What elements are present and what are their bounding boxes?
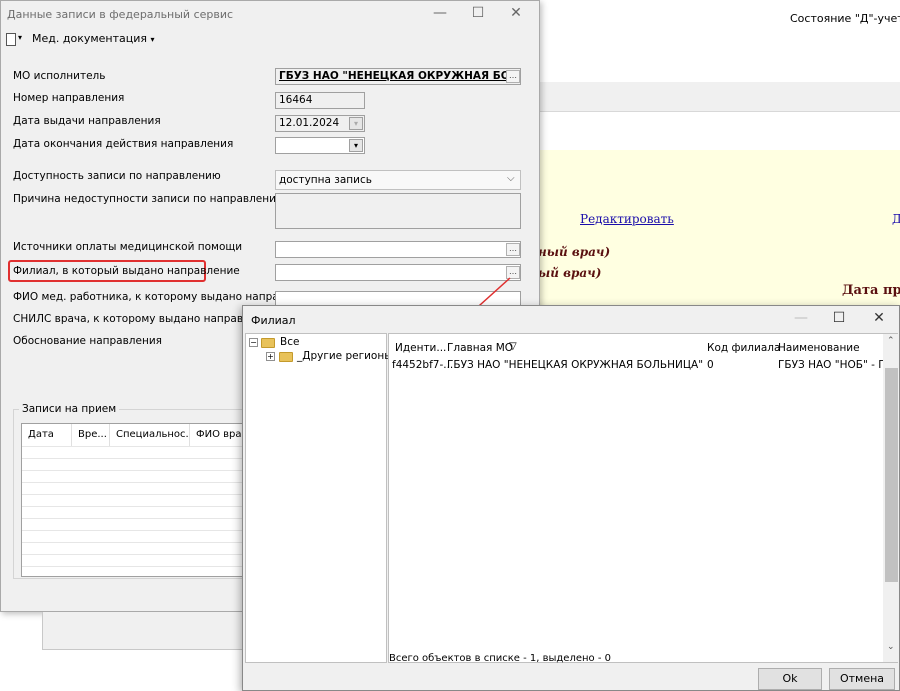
underlying-panel [42, 612, 252, 650]
availability-select[interactable]: доступна запись [275, 170, 521, 190]
column-header-code[interactable]: Код филиала [707, 342, 780, 354]
branch-dialog: Филиал — ☐ ✕ − Все + _Другие регионы Иде… [242, 305, 900, 691]
close-button[interactable]: ✕ [501, 3, 531, 23]
list-status: Всего объектов в списке - 1, выделено - … [389, 653, 611, 664]
edit-link[interactable]: Редактировать [580, 212, 674, 226]
unavailability-reason-field[interactable] [275, 193, 521, 229]
field-label-issue-date: Дата выдачи направления [13, 115, 161, 127]
document-icon[interactable] [6, 33, 16, 46]
table-row [22, 458, 250, 459]
payment-ellipsis-button[interactable]: … [506, 243, 520, 256]
referral-number-value: 16464 [279, 94, 313, 106]
table-row [22, 494, 250, 495]
end-date-dropdown-icon[interactable]: ▾ [349, 139, 363, 152]
column-header-date[interactable]: Дата [22, 424, 72, 446]
availability-value: доступна запись [279, 174, 372, 186]
payment-source-field[interactable] [275, 241, 521, 258]
filter-icon[interactable]: ▽ [509, 341, 517, 352]
field-label-end-date: Дата окончания действия направления [13, 138, 234, 150]
maximize-button[interactable]: ☐ [824, 308, 854, 328]
column-header-name[interactable]: Наименование [778, 342, 860, 354]
field-label-availability: Доступность записи по направлению [13, 170, 221, 182]
row-main-mo: ГБУЗ НАО "НЕНЕЦКАЯ ОКРУЖНАЯ БОЛЬНИЦА" [447, 359, 704, 371]
ok-button-label: Ok [782, 672, 798, 685]
date-label: Дата пр [842, 283, 900, 298]
column-header-id[interactable]: Иденти... [395, 342, 446, 354]
chevron-down-icon[interactable]: ▾ [18, 33, 22, 42]
referral-number-field[interactable]: 16464 [275, 92, 365, 109]
row-name: ГБУЗ НАО "НОБ" - Пол [778, 359, 883, 371]
toolbar-strip [535, 82, 900, 112]
row-code: 0 [707, 359, 714, 371]
menu-bar: ▾ Мед. документация ▾ [2, 31, 539, 51]
med-docs-menu[interactable]: Мед. документация ▾ [32, 32, 155, 45]
field-label-payment: Источники оплаты медицинской помощи [13, 241, 243, 253]
table-row [22, 470, 250, 471]
doctor-line-2: ый врач) [538, 266, 602, 280]
tree-root-label[interactable]: Все [280, 336, 299, 348]
field-label-unavailability: Причина недоступности записи по направле… [13, 193, 285, 205]
appointments-table[interactable]: Дата Вре... Специальнос... ФИО врача [21, 423, 252, 577]
status-text: Состояние "Д"-учета [790, 12, 900, 25]
collapse-icon[interactable]: − [249, 338, 258, 347]
appointments-title: Записи на прием [19, 403, 120, 415]
chevron-down-icon[interactable]: ⌵ [507, 173, 515, 184]
table-row [22, 518, 250, 519]
mo-ellipsis-button[interactable]: … [506, 70, 520, 83]
table-row[interactable]: f4452bf7-... ГБУЗ НАО "НЕНЕЦКАЯ ОКРУЖНАЯ… [389, 358, 883, 374]
column-header-time[interactable]: Вре... [72, 424, 110, 446]
table-row [22, 566, 250, 567]
field-label-justification: Обоснование направления [13, 335, 162, 347]
scrollbar-thumb[interactable] [885, 368, 898, 582]
dialog-title: Данные записи в федеральный сервис [7, 8, 234, 21]
column-header-main-mo[interactable]: Главная МО [447, 342, 513, 354]
table-row [22, 530, 250, 531]
folder-icon [279, 352, 293, 362]
issue-date-dropdown-icon[interactable]: ▾ [349, 117, 363, 130]
close-button[interactable]: ✕ [864, 308, 894, 328]
issue-date-value: 12.01.2024 [279, 117, 340, 129]
field-label-mo: МО исполнитель [13, 70, 106, 82]
minimize-button[interactable]: — [786, 308, 816, 328]
field-label-number: Номер направления [13, 92, 125, 104]
cancel-button[interactable]: Отмена [829, 668, 895, 690]
tree-child-label[interactable]: _Другие регионы [297, 350, 393, 362]
field-label-worker: ФИО мед. работника, к которому выдано на… [13, 291, 319, 303]
field-label-branch: Филиал, в который выдано направление [13, 265, 240, 277]
minimize-button[interactable]: — [425, 3, 455, 23]
folder-icon [261, 338, 275, 348]
field-label-snils: СНИЛС врача, к которому выдано направлен… [13, 313, 277, 325]
region-tree[interactable]: − Все + _Другие регионы [245, 333, 393, 663]
mo-executor-field[interactable]: ГБУЗ НАО "НЕНЕЦКАЯ ОКРУЖНАЯ БОЛЬНИЦА" [275, 68, 521, 85]
table-row [22, 542, 250, 543]
table-row [22, 482, 250, 483]
branch-list[interactable]: Иденти... Главная МО ▽ Код филиала Наиме… [388, 333, 898, 663]
table-row [22, 554, 250, 555]
expand-icon[interactable]: + [266, 352, 275, 361]
branch-dialog-title: Филиал [251, 314, 296, 327]
mo-executor-value: ГБУЗ НАО "НЕНЕЦКАЯ ОКРУЖНАЯ БОЛЬНИЦА" [279, 70, 520, 82]
med-docs-menu-label: Мед. документация [32, 32, 148, 45]
cancel-button-label: Отмена [839, 672, 885, 685]
row-id: f4452bf7-... [392, 359, 454, 371]
table-row [22, 446, 250, 447]
chevron-down-icon: ▾ [150, 35, 155, 44]
ok-button[interactable]: Ok [758, 668, 822, 690]
partial-link[interactable]: Д [892, 212, 900, 226]
doctor-line-1: ный врач) [538, 245, 611, 259]
scroll-down-icon[interactable]: ⌄ [887, 642, 895, 652]
table-row [22, 506, 250, 507]
maximize-button[interactable]: ☐ [463, 3, 493, 23]
scroll-up-icon[interactable]: ⌃ [887, 336, 895, 346]
column-header-specialty[interactable]: Специальнос... [110, 424, 190, 446]
